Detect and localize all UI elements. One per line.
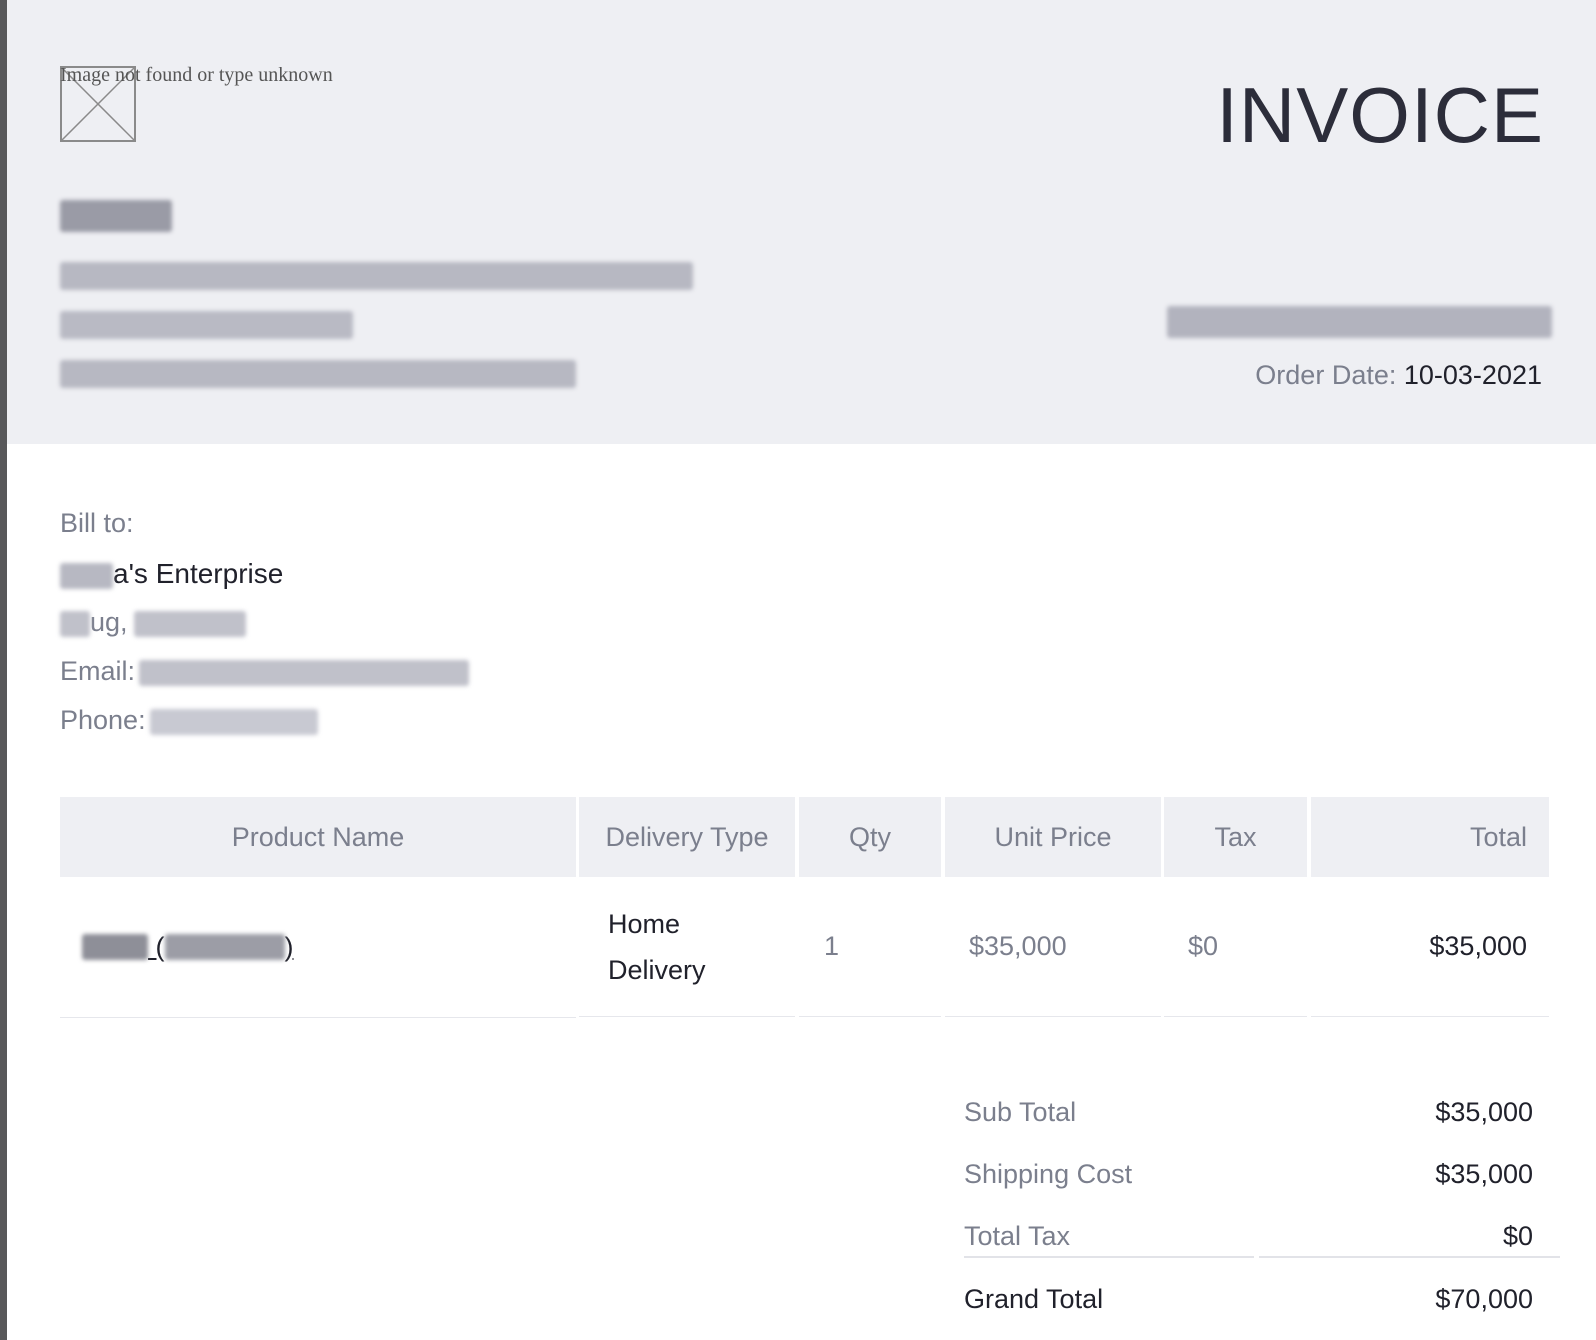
- column-header-total: Total: [1311, 797, 1549, 877]
- cell-product-name: (): [60, 877, 576, 1018]
- bill-to-email: Email:: [60, 656, 470, 687]
- shipping-cost-value: $35,000: [1435, 1159, 1533, 1189]
- bill-to-city-text: ug,: [90, 607, 128, 637]
- redacted-text: [133, 610, 246, 637]
- bill-to-name-text: a's Enterprise: [113, 558, 284, 589]
- order-date-value: 10-03-2021: [1403, 360, 1542, 390]
- company-address-redacted: [60, 262, 693, 290]
- column-header-unit-price: Unit Price: [945, 797, 1161, 877]
- invoice-header: Image not found or type unknown INVOICE …: [7, 0, 1596, 444]
- cell-delivery-type: Home Delivery: [579, 877, 795, 1017]
- sub-total-label: Sub Total: [964, 1097, 1077, 1127]
- column-header-product-name: Product Name: [60, 797, 576, 877]
- phone-label: Phone:: [60, 705, 146, 735]
- column-header-qty: Qty: [799, 797, 941, 877]
- redacted-text: [82, 934, 148, 960]
- column-header-tax: Tax: [1164, 797, 1307, 877]
- bill-to-name: a's Enterprise: [60, 558, 283, 590]
- column-header-delivery-type: Delivery Type: [579, 797, 795, 877]
- bill-to-label: Bill to:: [60, 508, 134, 538]
- company-name-redacted: [60, 200, 172, 232]
- redacted-text: [60, 610, 90, 637]
- invoice-page: Image not found or type unknown INVOICE …: [7, 0, 1596, 1340]
- redacted-text: [139, 659, 470, 686]
- company-email-redacted: [60, 311, 353, 339]
- delivery-type-text: Home Delivery: [608, 908, 706, 985]
- cell-unit-price: $35,000: [945, 877, 1161, 1017]
- cell-tax: $0: [1164, 877, 1307, 1017]
- bill-to-phone: Phone:: [60, 705, 318, 736]
- redacted-text: [60, 562, 113, 589]
- product-link[interactable]: (): [82, 932, 294, 963]
- total-tax-value: $0: [1502, 1221, 1533, 1251]
- redacted-text: [149, 708, 318, 735]
- email-label: Email:: [60, 656, 136, 686]
- summary-divider: [1259, 1256, 1560, 1258]
- redacted-text: [164, 934, 285, 960]
- order-date: Order Date: 10-03-2021: [1255, 360, 1542, 391]
- logo-alt-text: Image not found or type unknown: [60, 64, 333, 86]
- total-tax-label: Total Tax: [964, 1221, 1071, 1251]
- order-date-label: Order Date:: [1255, 360, 1397, 390]
- grand-total-label: Grand Total: [964, 1284, 1104, 1314]
- order-number-redacted: [1167, 306, 1552, 338]
- summary-divider: [964, 1256, 1254, 1258]
- invoice-title: INVOICE: [1216, 71, 1544, 159]
- grand-total-value: $70,000: [1435, 1284, 1533, 1314]
- shipping-cost-label: Shipping Cost: [964, 1159, 1133, 1189]
- cell-qty: 1: [799, 877, 941, 1017]
- sub-total-value: $35,000: [1435, 1097, 1533, 1127]
- company-phone-redacted: [60, 360, 576, 388]
- cell-total: $35,000: [1311, 877, 1549, 1017]
- bill-to-city: ug,: [60, 607, 246, 638]
